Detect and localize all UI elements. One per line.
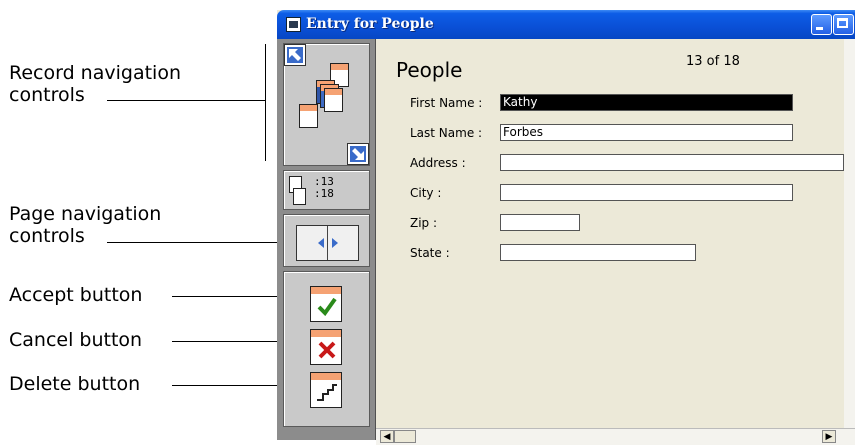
app-icon (286, 17, 301, 32)
address-label: Address : (410, 156, 466, 170)
first-name-label: First Name : (410, 96, 483, 110)
record-counter: :13 :18 (314, 176, 334, 200)
next-record-button[interactable] (347, 143, 369, 165)
zip-field[interactable] (500, 214, 580, 231)
arrow-down-right-icon (352, 148, 364, 160)
scroll-left-icon[interactable]: ◀ (380, 430, 394, 443)
torn-page-icon (317, 384, 337, 401)
callout-accept: Accept button (9, 284, 143, 306)
accept-button[interactable] (310, 286, 342, 322)
page-book-icon[interactable] (296, 225, 359, 261)
callout-delete: Delete button (9, 373, 141, 395)
callout-record-navigation-leader (107, 100, 265, 101)
page-arrows-icon (318, 238, 338, 248)
state-field[interactable] (500, 244, 696, 261)
delete-button[interactable] (310, 372, 342, 408)
callout-delete-leader (172, 385, 279, 386)
window-titlebar[interactable]: Entry for People (277, 10, 855, 39)
maximize-button[interactable] (833, 14, 854, 35)
record-count: 13 of 18 (686, 54, 740, 69)
entry-toolbar: :13 :18 (277, 39, 376, 440)
first-name-field[interactable]: Kathy (500, 94, 793, 111)
callout-page-navigation-leader (107, 242, 279, 243)
city-label: City : (410, 186, 442, 200)
scroll-thumb[interactable] (394, 430, 416, 443)
callout-record-navigation-line1: Record navigation (9, 62, 181, 84)
callout-page-navigation-line1: Page navigation (9, 203, 162, 225)
entry-window: Entry for People:13:18 People 13 of 18… (277, 10, 855, 445)
callout-cancel-leader (172, 341, 279, 342)
callout-page-navigation-line2: controls (9, 225, 85, 247)
stack-doc-front (299, 104, 318, 128)
page-navigation-panel (283, 214, 370, 267)
city-field[interactable] (500, 184, 793, 201)
callout-accept-leader (172, 296, 279, 297)
callout-record-navigation-line2: controls (9, 84, 85, 106)
state-label: State : (410, 246, 450, 260)
x-icon (318, 341, 336, 359)
zip-label: Zip : (410, 216, 438, 230)
record-counter-panel: :13 :18 (283, 170, 370, 210)
minimize-button[interactable] (811, 14, 832, 35)
last-name-field[interactable]: Forbes (500, 124, 793, 141)
stack-doc-3 (324, 88, 343, 112)
checkmark-icon (317, 297, 337, 316)
cancel-button[interactable] (310, 329, 342, 365)
action-panel (283, 271, 370, 427)
window-title: Entry for People (306, 16, 434, 32)
page-title: People (396, 58, 463, 82)
record-counter-total: :18 (314, 187, 334, 200)
counter-doc-icon-2 (293, 188, 306, 205)
form-area: People 13 of 18 First Name : Kathy Last … (376, 39, 855, 428)
callout-cancel: Cancel button (9, 329, 143, 351)
last-name-label: Last Name : (410, 126, 483, 140)
scroll-right-icon[interactable]: ▶ (822, 430, 836, 443)
record-navigation-panel (283, 43, 370, 166)
address-field[interactable] (500, 154, 844, 171)
vertical-scrollbar[interactable] (844, 39, 855, 428)
callout-page-navigation: Page navigation controls (9, 203, 161, 247)
callout-record-navigation-bracket (265, 44, 266, 161)
horizontal-scrollbar[interactable]: ◀ ▶ (376, 428, 855, 445)
